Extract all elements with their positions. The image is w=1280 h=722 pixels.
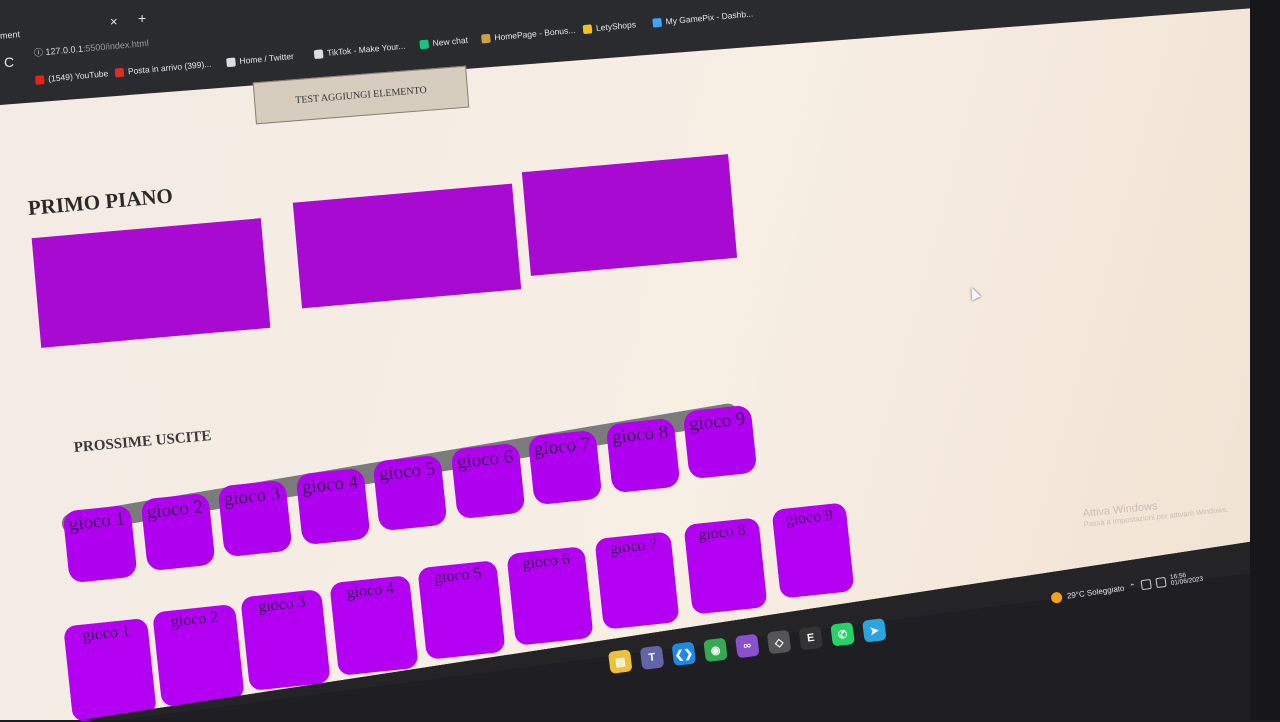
game-card[interactable]: gioco 2 bbox=[151, 603, 244, 707]
mouse-cursor-icon bbox=[966, 285, 982, 301]
vscode-icon[interactable]: ❮❯ bbox=[671, 641, 697, 667]
telegram-icon[interactable]: ➤ bbox=[862, 618, 887, 643]
game-card[interactable]: gioco 7 bbox=[594, 531, 680, 630]
carousel-card[interactable]: gioco 5 bbox=[372, 454, 448, 532]
game-card[interactable]: gioco 4 bbox=[328, 574, 419, 676]
epic-games-icon[interactable]: E bbox=[798, 625, 824, 651]
game-card[interactable]: gioco 1 bbox=[63, 617, 157, 722]
chevron-up-icon[interactable]: ⌃ bbox=[1129, 582, 1137, 592]
clock[interactable]: 16:56 01/06/2023 bbox=[1170, 570, 1204, 587]
volume-icon[interactable] bbox=[1154, 576, 1167, 589]
game-card[interactable]: gioco 6 bbox=[505, 545, 593, 645]
featured-banner-2[interactable] bbox=[292, 183, 522, 309]
unity-icon[interactable]: ◇ bbox=[766, 629, 792, 655]
teams-icon[interactable]: T bbox=[639, 645, 665, 670]
featured-banner-3[interactable] bbox=[521, 154, 738, 276]
carousel-card[interactable]: gioco 7 bbox=[527, 429, 603, 506]
carousel-card[interactable]: gioco 3 bbox=[217, 479, 293, 558]
prossime-uscite-heading: PROSSIME USCITE bbox=[73, 428, 213, 456]
carousel-card[interactable]: gioco 6 bbox=[450, 442, 525, 519]
carousel-card[interactable]: gioco 9 bbox=[682, 404, 758, 480]
file-explorer-icon[interactable]: ▤ bbox=[608, 649, 633, 674]
featured-banner-1[interactable] bbox=[31, 218, 271, 348]
chrome-icon[interactable]: ◉ bbox=[703, 637, 728, 663]
primo-piano-heading: PRIMO PIANO bbox=[26, 183, 174, 220]
monitor-bezel bbox=[1250, 0, 1280, 720]
game-card[interactable]: gioco 8 bbox=[683, 516, 767, 614]
game-card[interactable]: gioco 3 bbox=[240, 589, 332, 692]
network-icon[interactable] bbox=[1140, 578, 1152, 591]
game-card[interactable]: gioco 5 bbox=[417, 560, 506, 661]
whatsapp-icon[interactable]: ✆ bbox=[830, 622, 855, 647]
carousel-card[interactable]: gioco 1 bbox=[62, 504, 138, 584]
carousel-card[interactable]: gioco 2 bbox=[139, 492, 216, 571]
game-card[interactable]: gioco 9 bbox=[771, 502, 855, 599]
carousel-card[interactable]: gioco 4 bbox=[295, 467, 370, 545]
windows-activation-watermark: Attiva Windows Passa a Impostazioni per … bbox=[1082, 500, 1229, 529]
carousel-card[interactable]: gioco 8 bbox=[605, 417, 680, 493]
visual-studio-icon[interactable]: ∞ bbox=[735, 633, 760, 659]
test-add-element-button[interactable]: TEST AGGIUNGI ELEMENTO bbox=[252, 65, 470, 125]
weather-sun-icon[interactable] bbox=[1050, 590, 1063, 604]
